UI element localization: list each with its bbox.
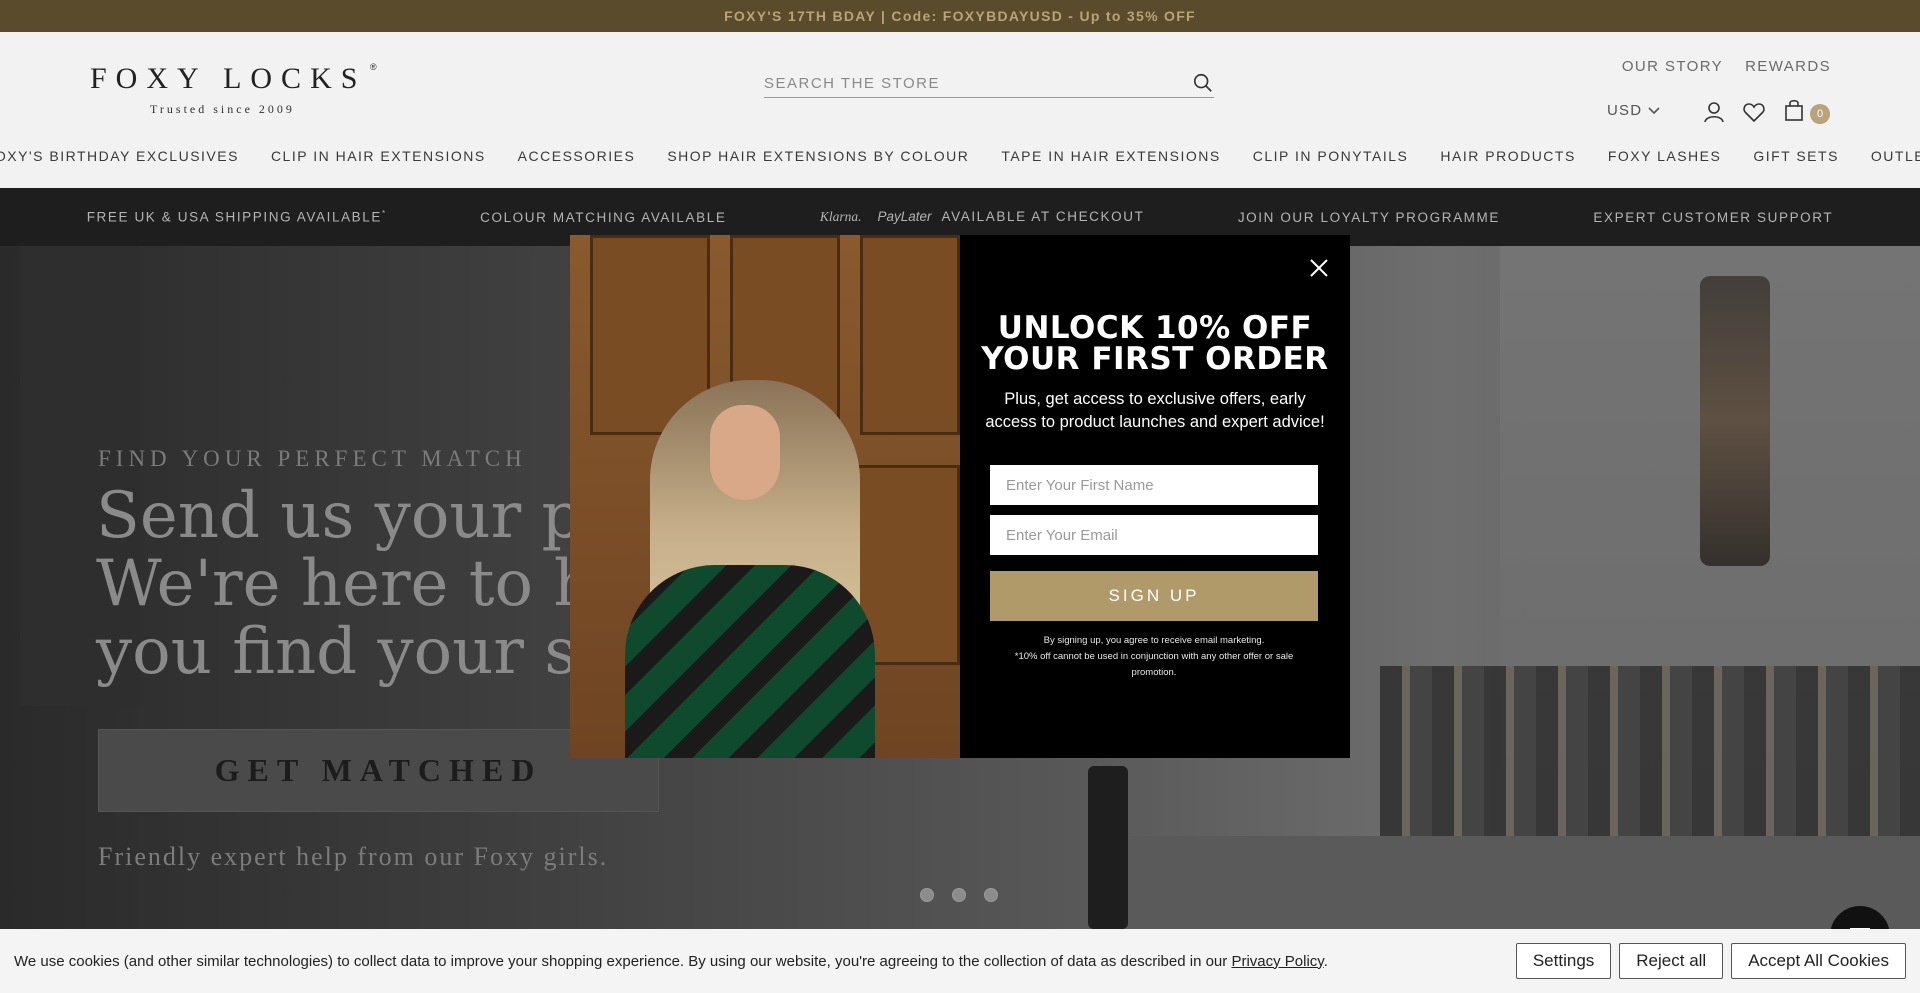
reject-all-button[interactable]: Reject all [1619,943,1724,979]
rewards-link[interactable]: REWARDS [1745,58,1831,75]
logo-registered-mark: ® [370,62,377,72]
usp-shipping-text: FREE UK & USA SHIPPING AVAILABLE [86,209,382,225]
popup-subtext: Plus, get access to exclusive offers, ea… [985,390,1325,431]
currency-value: USD [1607,102,1643,119]
sign-up-button[interactable]: SIGN UP [990,571,1318,621]
carousel-dot[interactable] [984,888,998,902]
announcement-bar[interactable]: FOXY'S 17TH BDAY | Code: FOXYBDAYUSD - U… [0,0,1920,32]
nav-item-accessories[interactable]: ACCESSORIES [502,148,652,178]
klarna-logo: Klarna. [819,209,862,224]
hero-eyebrow: FIND YOUR PERFECT MATCH [98,446,527,471]
site-header: FOXY LOCKS ® Trusted since 2009 OUR STOR… [0,32,1920,188]
usp-klarna[interactable]: Klarna. PayLater AVAILABLE AT CHECKOUT [820,209,1145,225]
hero-table [1100,836,1920,929]
nav-item-shop-by-colour[interactable]: SHOP HAIR EXTENSIONS BY COLOUR [651,148,985,178]
cookie-settings-button[interactable]: Settings [1515,943,1612,979]
nav-item-clip-in-ponytails[interactable]: CLIP IN PONYTAILS [1237,148,1425,178]
search-icon[interactable] [1192,72,1214,94]
wood-panel [860,235,960,435]
nav-item-foxy-lashes[interactable]: FOXY LASHES [1592,148,1738,178]
popup-fine-print: By signing up, you agree to receive emai… [1000,633,1308,681]
model-striped-top [625,565,875,758]
cart-bag-icon[interactable] [1782,98,1806,122]
cart-count-badge: 0 [1810,104,1830,124]
model-face [710,405,780,500]
search-bar [764,70,1214,98]
usp-shipping-asterisk: * [382,209,387,219]
account-icon[interactable] [1702,100,1726,124]
usp-colour-matching[interactable]: COLOUR MATCHING AVAILABLE [480,210,726,225]
hero-hair-rack [1380,666,1920,836]
usp-checkout-text: AVAILABLE AT CHECKOUT [941,209,1145,224]
nav-item-hair-products[interactable]: HAIR PRODUCTS [1424,148,1591,178]
logo-name: FOXY LOCKS [90,62,367,95]
carousel-dot[interactable] [952,888,966,902]
utility-links: OUR STORY REWARDS [1622,58,1831,75]
get-matched-label: GET MATCHED [214,752,543,788]
fine-print-line-1: By signing up, you agree to receive emai… [1043,635,1265,646]
logo-tagline: Trusted since 2009 [150,102,295,116]
hero-hanging-hair [1700,276,1770,566]
paylater-logo: PayLater [877,209,932,224]
privacy-policy-link[interactable]: Privacy Policy [1231,953,1323,970]
nav-item-birthday-exclusives[interactable]: FOXY'S BIRTHDAY EXCLUSIVES [0,148,255,178]
usp-support[interactable]: EXPERT CUSTOMER SUPPORT [1593,210,1833,225]
email-field[interactable] [990,515,1318,555]
close-icon[interactable] [1306,255,1332,281]
popup-headline-line-2: YOUR FIRST ORDER [981,341,1329,377]
cookie-banner: We use cookies (and other similar techno… [0,929,1920,993]
our-story-link[interactable]: OUR STORY [1622,58,1723,75]
fine-print-line-2: *10% off cannot be used in conjunction w… [1014,651,1294,678]
logo[interactable]: FOXY LOCKS ® Trusted since 2009 [90,62,390,122]
cookie-text: We use cookies (and other similar techno… [14,952,1232,970]
signup-popup: UNLOCK 10% OFF YOUR FIRST ORDER Plus, ge… [570,235,1350,758]
popup-headline: UNLOCK 10% OFF YOUR FIRST ORDER [960,313,1350,375]
announcement-text: FOXY'S 17TH BDAY | Code: FOXYBDAYUSD - U… [724,8,1196,24]
chevron-down-icon [1648,106,1660,114]
main-nav: FOXY'S BIRTHDAY EXCLUSIVES CLIP IN HAIR … [0,148,1920,178]
wishlist-heart-icon[interactable] [1742,100,1766,124]
carousel-dots [920,888,998,902]
carousel-dot[interactable] [920,888,934,902]
nav-item-outlet[interactable]: OUTLET [1855,148,1920,178]
popup-form-panel: UNLOCK 10% OFF YOUR FIRST ORDER Plus, ge… [960,235,1350,758]
popup-headline-line-1: UNLOCK 10% OFF [997,310,1313,346]
first-name-field[interactable] [990,465,1318,505]
accept-all-cookies-button[interactable]: Accept All Cookies [1731,943,1906,979]
nav-item-tape-in-hair-extensions[interactable]: TAPE IN HAIR EXTENSIONS [985,148,1236,178]
popup-model-image [570,235,960,758]
cookie-text-end: . [1323,952,1328,970]
usp-loyalty[interactable]: JOIN OUR LOYALTY PROGRAMME [1238,210,1500,225]
search-input[interactable] [764,70,1174,96]
currency-selector[interactable]: USD [1607,102,1660,119]
nav-item-gift-sets[interactable]: GIFT SETS [1737,148,1855,178]
nav-item-clip-in-hair-extensions[interactable]: CLIP IN HAIR EXTENSIONS [255,148,502,178]
hero-product-bottle [1088,766,1128,929]
hero-tagline: Friendly expert help from our Foxy girls… [98,842,609,871]
cookie-notice: We use cookies (and other similar techno… [14,953,1508,970]
usp-shipping[interactable]: FREE UK & USA SHIPPING AVAILABLE* [87,209,387,225]
